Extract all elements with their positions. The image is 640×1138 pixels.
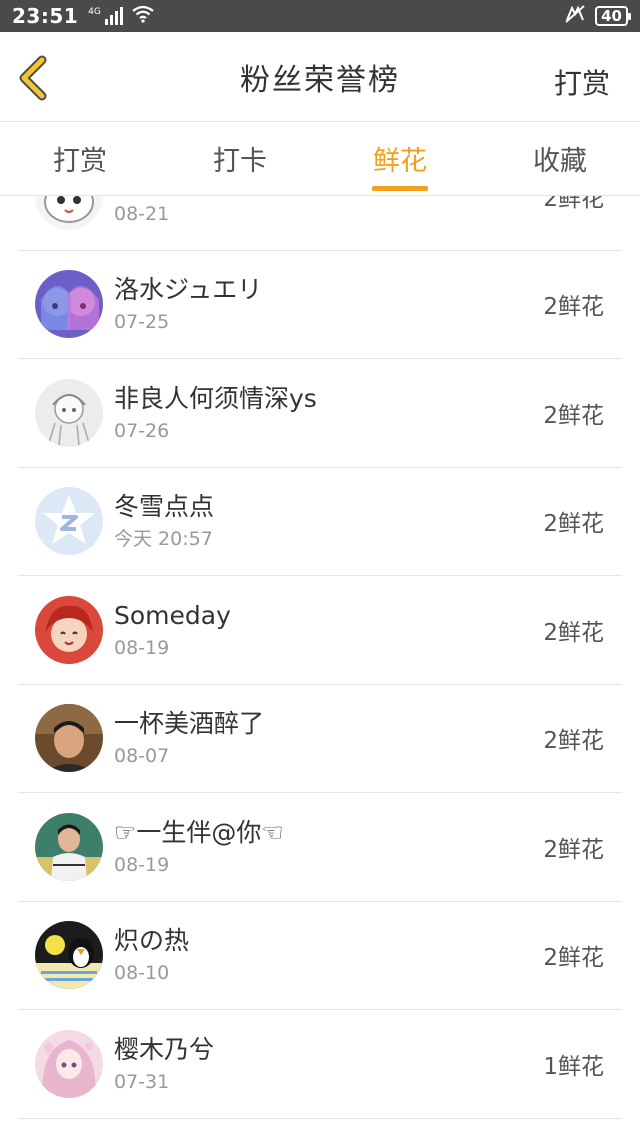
status-time: 23:51: [12, 4, 79, 28]
flower-count: 2鲜花: [543, 945, 604, 972]
user-date: 08-19: [114, 853, 170, 876]
user-date: 07-25: [114, 311, 170, 334]
status-bar: 23:51 4G 40: [0, 0, 640, 32]
sketch-anime-avatar[interactable]: [35, 378, 103, 447]
user-name: 非良人何须情深ys: [114, 383, 317, 413]
list-item[interactable]: 炽の热 08-10 2鲜花: [18, 902, 622, 1010]
flower-count: 2鲜花: [543, 294, 604, 321]
list-item[interactable]: 冬雪点点 今天 20:57 2鲜花: [18, 468, 622, 576]
tab-checkin[interactable]: 打卡: [160, 122, 320, 195]
list-item[interactable]: ☞一生伴@你☜ 08-19 2鲜花: [18, 793, 622, 902]
list-item[interactable]: 樱木乃兮 07-31 1鲜花: [18, 1010, 622, 1119]
reward-button[interactable]: 打赏: [554, 62, 610, 102]
user-date: 07-31: [114, 1070, 170, 1093]
user-date: 08-10: [114, 962, 170, 985]
flower-count: 1鲜花: [543, 1053, 604, 1080]
battery-level: 40: [601, 7, 622, 25]
man-photo-avatar[interactable]: [35, 704, 103, 773]
tab-reward[interactable]: 打赏: [0, 122, 160, 195]
cellular-signal-icon: 4G: [88, 7, 123, 25]
tab-bar: 打赏 打卡 鲜花 收藏: [0, 122, 640, 196]
user-name: 一喵: [114, 196, 169, 199]
flower-count: 2鲜花: [543, 836, 604, 863]
battery-icon: 40: [595, 6, 631, 26]
tab-flowers[interactable]: 鲜花: [320, 122, 480, 195]
penguin-avatar[interactable]: [35, 921, 103, 990]
default-star-avatar[interactable]: [35, 487, 103, 556]
list-item[interactable]: 非良人何须情深ys 07-26 2鲜花: [18, 359, 622, 468]
tab-favorites[interactable]: 收藏: [480, 122, 640, 195]
no-disturb-icon: [563, 4, 587, 29]
wifi-icon: [131, 4, 155, 28]
back-button[interactable]: [14, 54, 54, 102]
user-date: 今天 20:57: [114, 528, 213, 551]
user-date: 08-07: [114, 745, 170, 768]
page-title: 粉丝荣誉榜: [240, 62, 400, 98]
nav-bar: 粉丝荣誉榜 打赏: [0, 32, 640, 122]
user-name: 樱木乃兮: [114, 1034, 215, 1064]
list-item[interactable]: Someday 08-19 2鲜花: [18, 576, 622, 685]
anime-girls-avatar[interactable]: [35, 270, 103, 339]
cartoon-cat-avatar[interactable]: [35, 196, 103, 230]
chevron-left-icon: [19, 55, 47, 101]
user-name: ☞一生伴@你☜: [114, 817, 284, 847]
list-item[interactable]: 一喵 08-21 2鲜花: [18, 196, 622, 251]
pink-anime-avatar[interactable]: [35, 1029, 103, 1098]
user-date: 08-21: [114, 202, 170, 225]
fan-list[interactable]: 一喵 08-21 2鲜花 洛水ジュエリ 07-25 2鲜花: [0, 196, 640, 1138]
user-name: Someday: [114, 600, 231, 630]
user-name: 冬雪点点: [114, 492, 215, 522]
flower-count: 2鲜花: [543, 402, 604, 429]
list-item[interactable]: 一杯美酒醉了 08-07 2鲜花: [18, 685, 622, 793]
user-name: 一杯美酒醉了: [114, 709, 265, 739]
list-item[interactable]: 洛水ジュエリ 07-25 2鲜花: [18, 251, 622, 359]
boy-photo-avatar[interactable]: [35, 812, 103, 881]
user-name: 炽の热: [114, 926, 190, 956]
user-date: 07-26: [114, 419, 170, 442]
user-date: 08-19: [114, 636, 170, 659]
flower-count: 2鲜花: [543, 511, 604, 538]
flower-count: 2鲜花: [543, 728, 604, 755]
user-name: 洛水ジュエリ: [114, 275, 263, 305]
flower-count: 2鲜花: [543, 196, 604, 212]
red-hair-anime-avatar[interactable]: [35, 595, 103, 664]
flower-count: 2鲜花: [543, 619, 604, 646]
